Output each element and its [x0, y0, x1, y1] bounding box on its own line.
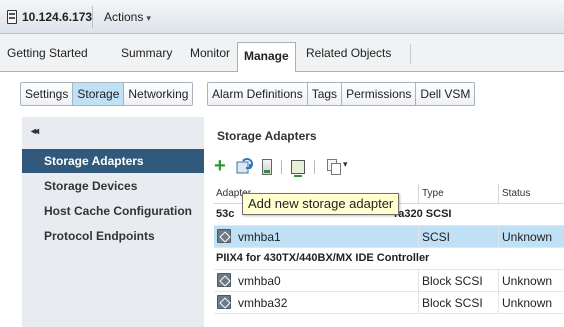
nav-item-protocol-endpoints[interactable]: Protocol Endpoints: [22, 224, 204, 248]
table-row[interactable]: vmhba0 Block SCSI Unknown: [214, 270, 564, 292]
storage-nav-panel: ◂◂ Storage Adapters Storage Devices Host…: [22, 117, 204, 327]
add-adapter-tooltip: Add new storage adapter: [242, 193, 400, 215]
adapter-name: vmhba32: [238, 296, 288, 310]
hba-adapter-icon: [217, 229, 231, 243]
adapter-name: vmhba1: [238, 230, 281, 244]
subtab-settings[interactable]: Settings: [21, 83, 74, 105]
settings-subtab-group: Settings Storage Networking: [20, 82, 194, 106]
tab-getting-started[interactable]: Getting Started: [7, 46, 88, 60]
adapter-toolbar: + ▾: [214, 156, 554, 179]
rescan-vmfs-icon[interactable]: [291, 160, 305, 177]
column-divider[interactable]: [418, 184, 419, 204]
subtab-permissions[interactable]: Permissions: [342, 83, 417, 105]
adapter-group-row[interactable]: PIIX4 for 430TX/440BX/MX IDE Controller: [214, 248, 564, 270]
column-divider: [498, 226, 499, 248]
subtab-networking[interactable]: Networking: [124, 83, 192, 105]
adapter-status: Unknown: [502, 296, 553, 310]
main-tab-bar: Getting Started Summary Monitor Manage R…: [0, 34, 564, 73]
column-divider: [418, 270, 419, 292]
subtab-alarm-definitions[interactable]: Alarm Definitions: [208, 83, 308, 105]
copy-icon[interactable]: [327, 159, 341, 175]
panel-title: Storage Adapters: [217, 129, 317, 143]
column-header-type[interactable]: Type: [422, 188, 444, 199]
adapter-name: vmhba0: [238, 274, 281, 288]
nav-item-host-cache-configuration[interactable]: Host Cache Configuration: [22, 199, 204, 223]
column-divider[interactable]: [498, 184, 499, 204]
toolbar-divider: [314, 160, 315, 174]
nav-item-storage-devices[interactable]: Storage Devices: [22, 174, 204, 198]
object-title-bar: 10.124.6.173 Actions ▾: [0, 0, 564, 34]
other-subtab-group: Alarm Definitions Tags Permissions Dell …: [207, 82, 476, 106]
group-name-start: 53c: [216, 208, 235, 220]
nav-item-storage-adapters[interactable]: Storage Adapters: [22, 149, 204, 173]
column-divider: [498, 292, 499, 314]
column-divider: [418, 292, 419, 314]
column-divider: [498, 270, 499, 292]
adapter-type: Block SCSI: [422, 296, 483, 310]
host-title: 10.124.6.173: [22, 10, 93, 24]
subtab-storage[interactable]: Storage: [73, 83, 125, 105]
adapter-status: Unknown: [502, 274, 553, 288]
toolbar-divider: [281, 160, 282, 174]
group-name: PIIX4 for 430TX/440BX/MX IDE Controller: [216, 252, 430, 264]
tab-monitor[interactable]: Monitor: [190, 46, 230, 60]
tab-divider: [410, 44, 411, 64]
tab-manage[interactable]: Manage: [237, 42, 296, 73]
sub-tab-bar: Settings Storage Networking Alarm Defini…: [0, 72, 564, 114]
actions-menu-button[interactable]: Actions ▾: [104, 10, 151, 24]
tab-related-objects[interactable]: Related Objects: [306, 46, 391, 60]
collapse-panel-icon[interactable]: ◂◂: [31, 126, 39, 137]
rescan-storage-icon[interactable]: [236, 157, 254, 175]
table-row[interactable]: vmhba1 SCSI Unknown: [214, 226, 564, 248]
storage-adapter-icon[interactable]: [262, 159, 272, 175]
hba-adapter-icon: [217, 295, 231, 309]
adapter-status: Unknown: [502, 230, 553, 244]
actions-label: Actions: [104, 10, 144, 24]
column-divider: [418, 226, 419, 248]
title-divider: [92, 6, 93, 28]
tab-summary[interactable]: Summary: [121, 46, 172, 60]
column-header-status[interactable]: Status: [502, 188, 530, 199]
host-server-icon: [7, 10, 17, 24]
adapter-type: SCSI: [422, 230, 451, 244]
adapter-type: Block SCSI: [422, 274, 483, 288]
chevron-down-icon[interactable]: ▾: [343, 159, 348, 170]
plus-icon[interactable]: +: [214, 156, 226, 177]
subtab-tags[interactable]: Tags: [308, 83, 343, 105]
subtab-dell-vsm[interactable]: Dell VSM: [416, 83, 474, 105]
table-row[interactable]: vmhba32 Block SCSI Unknown: [214, 292, 564, 314]
group-name-end: ra320 SCSI: [394, 208, 452, 220]
hba-adapter-icon: [217, 273, 231, 287]
chevron-down-icon: ▾: [146, 13, 151, 23]
storage-adapters-panel: Storage Adapters + ▾ Adapter Type Status: [204, 117, 564, 327]
